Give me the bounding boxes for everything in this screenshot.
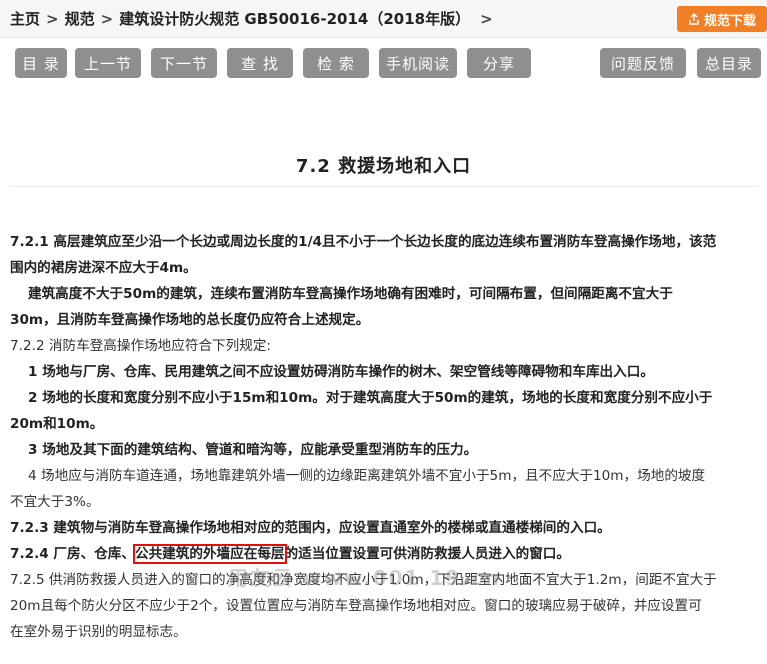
clause-7-2-2-item4-line2: 不宜大于3%。 [10,494,100,510]
mobile-read-button[interactable]: 手机阅读 [379,48,457,78]
clause-7-2-1-line1: 7.2.1 高层建筑应至少沿一个长边或周边长度的1/4且不小于一个长边长度的底边… [10,234,717,250]
clause-7-2-2: 7.2.2 消防车登高操作场地应符合下列规定: [10,338,271,354]
clause-7-2-4: 7.2.4 厂房、仓库、公共建筑的外墙应在每层的适当位置设置可供消防救援人员进入… [10,541,767,567]
download-button-label: 规范下载 [703,13,756,29]
clause-7-2-2-item3: 3 场地及其下面的建筑结构、管道和暗沟等，应能承受重型消防车的压力。 [28,442,478,458]
divider [10,186,757,187]
search-button[interactable]: 检 索 [303,48,369,78]
clause-7-2-1-cont-line1: 建筑高度不大于50m的建筑，连续布置消防车登高操作场地确有困难时，可间隔布置，但… [28,286,673,302]
catalog-button[interactable]: 目 录 [15,48,67,78]
article-content: 7.2.1 高层建筑应至少沿一个长边或周边长度的1/4且不小于一个长边长度的底边… [10,229,767,645]
share-icon [689,13,699,25]
highlighted-text: 公共建筑的外墙应在每层 [133,544,287,564]
feedback-button[interactable]: 问题反馈 [600,48,686,78]
clause-7-2-4-suffix: 的适当位置设置可供消防救援人员进入的窗口。 [284,546,570,562]
download-button[interactable]: 规范下载 [677,6,767,32]
breadcrumb-home-link[interactable]: 主页 [10,8,40,29]
breadcrumb-trailing-separator: > [480,9,493,28]
breadcrumb-category-link[interactable]: 规范 [65,8,95,29]
clause-7-2-3: 7.2.3 建筑物与消防车登高操作场地相对应的范围内，应设置直通室外的楼梯或直通… [10,520,611,536]
find-button[interactable]: 查 找 [227,48,293,78]
clause-7-2-1-cont-line2: 30m，且消防车登高操作场地的总长度仍应符合上述规定。 [10,312,370,328]
section-title: 7.2 救援场地和入口 [295,156,472,177]
prev-section-button[interactable]: 上一节 [75,48,141,78]
clause-7-2-2-item4-line1: 4 场地应与消防车道连通，场地靠建筑外墙一侧的边缘距离建筑外墙不宜小于5m，且不… [28,468,706,484]
breadcrumb-separator: > [46,9,59,28]
clause-7-2-5-line2: 20m且每个防火分区不应少于2个，设置位置应与消防车登高操作场地相对应。窗口的玻… [10,598,702,614]
all-catalog-button[interactable]: 总目录 [697,48,761,78]
clause-7-2-4-prefix: 7.2.4 厂房、仓库、 [10,546,135,562]
clause-7-2-5-line1: 7.2.5 供消防救援人员进入的窗口的净高度和净宽度均不应小于1.0m，下沿距室… [10,572,717,588]
breadcrumb-separator: > [100,9,114,28]
share-button[interactable]: 分享 [467,48,531,78]
clause-7-2-2-item2-line1: 2 场地的长度和宽度分别不应小于15m和10m。对于建筑高度大于50m的建筑，场… [28,390,713,406]
next-section-button[interactable]: 下一节 [151,48,217,78]
toolbar: 目 录 上一节 下一节 查 找 检 索 手机阅读 分享 问题反馈 总目录 [0,48,767,80]
clause-7-2-2-item2-line2: 20m和10m。 [10,416,104,432]
clause-7-2-5-line3: 在室外易于识别的明显标志。 [10,624,187,640]
breadcrumb-current-title: 建筑设计防火规范 GB50016-2014（2018年版） [119,10,471,28]
clause-7-2-1-line2: 围内的裙房进深不应大于4m。 [10,260,197,276]
clause-7-2-2-item1: 1 场地与厂房、仓库、民用建筑之间不应设置妨碍消防车操作的树木、架空管线等障碍物… [28,364,654,380]
breadcrumb: 主页 > 规范 > 建筑设计防火规范 GB50016-2014（2018年版） … [0,0,767,38]
